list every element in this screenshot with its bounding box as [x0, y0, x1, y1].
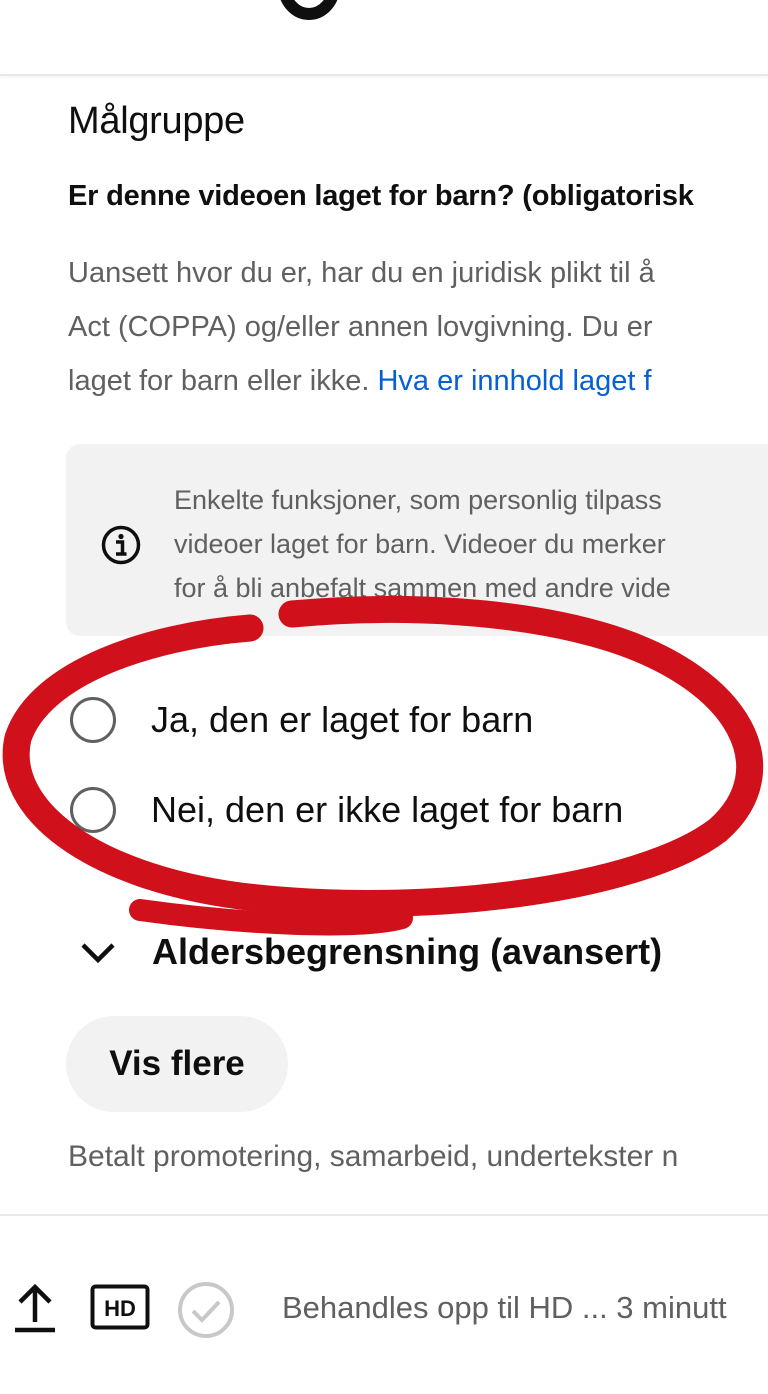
- processing-status: Behandles opp til HD ... 3 minutt: [282, 1290, 727, 1325]
- info-notice-text: Enkelte funksjoner, som personlig tilpas…: [174, 478, 671, 610]
- coppa-description: Uansett hvor du er, har du en juridisk p…: [68, 246, 768, 408]
- description-line-3: laget for barn eller ikke. Hva er innhol…: [68, 354, 768, 408]
- age-restriction-toggle[interactable]: Aldersbegrensning (avansert): [78, 922, 662, 982]
- kids-question: Er denne videoen laget for barn? (obliga…: [68, 180, 694, 212]
- made-for-kids-help-link[interactable]: Hva er innhold laget f: [377, 365, 651, 397]
- section-title: Målgruppe: [68, 100, 245, 142]
- radio-not-made-for-kids[interactable]: Nei, den er ikke laget for barn: [70, 782, 623, 838]
- chevron-down-icon[interactable]: [78, 932, 118, 972]
- check-circle-icon: [178, 1282, 234, 1338]
- more-options-hint: Betalt promotering, samarbeid, underteks…: [68, 1140, 679, 1173]
- radio-circle-yes[interactable]: [70, 697, 116, 743]
- description-line-1: Uansett hvor du er, har du en juridisk p…: [68, 257, 655, 289]
- info-line-1: Enkelte funksjoner, som personlig tilpas…: [174, 485, 662, 515]
- description-line-3-text: laget for barn eller ikke.: [68, 365, 378, 397]
- description-line-2: Act (COPPA) og/eller annen lovgivning. D…: [68, 311, 653, 343]
- info-icon: [101, 525, 141, 565]
- top-partial-icon: [280, 0, 338, 20]
- upload-icon[interactable]: [12, 1282, 58, 1334]
- hd-icon[interactable]: HD: [90, 1284, 150, 1330]
- hd-badge-text: HD: [104, 1296, 136, 1321]
- age-restriction-label: Aldersbegrensning (avansert): [152, 931, 663, 972]
- info-line-3: for å bli anbefalt sammen med andre vide: [174, 573, 671, 603]
- top-bar: [0, 0, 768, 76]
- radio-label-no: Nei, den er ikke laget for barn: [151, 789, 624, 830]
- upload-details-page: Målgruppe Er denne videoen laget for bar…: [0, 0, 768, 1394]
- radio-circle-no[interactable]: [70, 787, 116, 833]
- upload-status-bar: HD Behandles opp til HD ... 3 minutt: [0, 1216, 768, 1394]
- radio-made-for-kids[interactable]: Ja, den er laget for barn: [70, 692, 533, 748]
- info-notice: Enkelte funksjoner, som personlig tilpas…: [66, 444, 768, 636]
- show-more-button[interactable]: Vis flere: [66, 1016, 288, 1112]
- info-line-2: videoer laget for barn. Videoer du merke…: [174, 529, 666, 559]
- radio-label-yes: Ja, den er laget for barn: [151, 699, 534, 740]
